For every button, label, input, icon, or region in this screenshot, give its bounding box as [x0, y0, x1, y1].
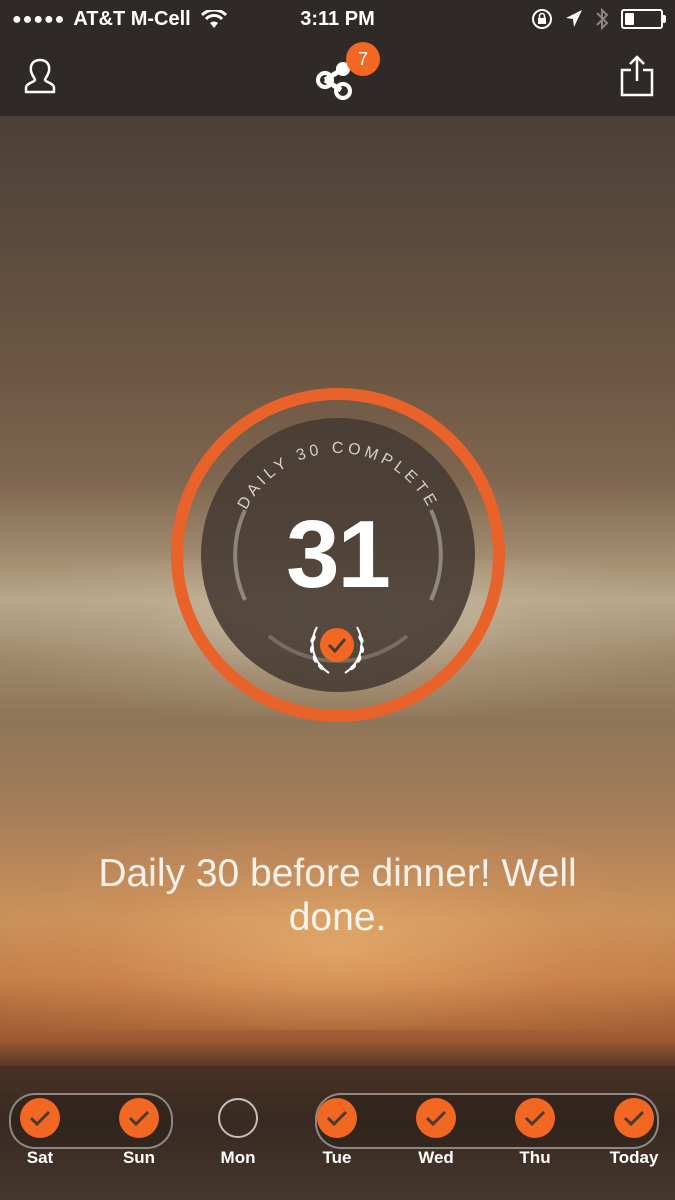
- day-complete-check-icon: [20, 1098, 60, 1138]
- day-label: Tue: [322, 1148, 352, 1167]
- day-complete-check-icon: [119, 1098, 159, 1138]
- laurel-check-icon: [309, 626, 365, 674]
- day-complete-check-icon: [317, 1098, 357, 1138]
- day-label: Sun: [122, 1148, 156, 1167]
- day-item-sun[interactable]: Sun: [99, 1098, 179, 1168]
- battery-icon: [621, 9, 666, 29]
- profile-icon[interactable]: [22, 56, 58, 96]
- day-label: Thu: [519, 1148, 551, 1167]
- day-complete-check-icon: [416, 1098, 456, 1138]
- day-item-tue[interactable]: Tue: [297, 1098, 377, 1168]
- bluetooth-icon: [596, 7, 609, 31]
- day-incomplete-circle-icon: [218, 1098, 258, 1138]
- day-item-thu[interactable]: Thu: [495, 1098, 575, 1168]
- orientation-lock-icon: [532, 9, 552, 29]
- status-right: [531, 7, 666, 31]
- nav-bar: 7: [0, 38, 675, 116]
- completion-message: Daily 30 before dinner! Well done.: [98, 852, 577, 939]
- location-arrow-icon: [566, 10, 582, 27]
- notification-badge[interactable]: 7: [346, 42, 380, 76]
- day-item-mon[interactable]: Mon: [198, 1098, 278, 1168]
- day-label: Sat: [26, 1148, 54, 1167]
- streak-count: 31: [286, 501, 391, 608]
- day-label: Wed: [418, 1148, 454, 1167]
- day-label: Today: [609, 1148, 659, 1167]
- share-icon[interactable]: [619, 54, 655, 98]
- day-item-wed[interactable]: Wed: [396, 1098, 476, 1168]
- status-bar: ●●●●● AT&T M-Cell 3:11 PM: [0, 0, 675, 38]
- day-complete-check-icon: [614, 1098, 654, 1138]
- day-item-today[interactable]: Today: [594, 1098, 674, 1168]
- day-complete-check-icon: [515, 1098, 555, 1138]
- day-label: Mon: [220, 1148, 256, 1167]
- day-item-sat[interactable]: Sat: [0, 1098, 80, 1168]
